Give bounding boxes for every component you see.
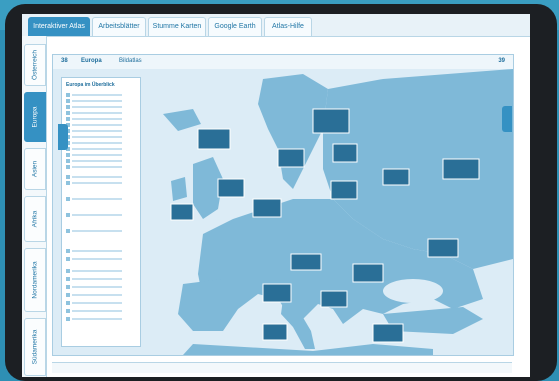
legend-row: [66, 196, 136, 201]
page-back-tab[interactable]: [58, 124, 68, 150]
legend-row: [66, 308, 136, 313]
legend-title: Europa im Überblick: [66, 82, 115, 88]
legend-row: [66, 146, 136, 151]
tab-interaktiver-atlas[interactable]: Interaktiver Atlas: [28, 17, 90, 36]
legend-row: [66, 284, 136, 289]
legend-row: [66, 316, 136, 321]
legend-row: [66, 268, 136, 273]
legend-row: [66, 300, 136, 305]
page-forward-tab[interactable]: [502, 106, 512, 132]
side-tab-label: Asien: [31, 160, 39, 178]
legend-row: [66, 180, 136, 185]
side-tab-label: Österreich: [31, 50, 39, 80]
page-number-right: 39: [498, 58, 505, 64]
tab-atlas-hilfe[interactable]: Atlas-Hilfe: [264, 17, 312, 36]
tab-stumme-karten[interactable]: Stumme Karten: [148, 17, 206, 36]
legend-row: [66, 134, 136, 139]
legend-row: [66, 122, 136, 127]
legend-row: [66, 116, 136, 121]
side-tab-europa[interactable]: Europa: [24, 92, 46, 142]
side-tab-oesterreich[interactable]: Österreich: [24, 44, 46, 86]
tab-google-earth[interactable]: Google Earth: [208, 17, 262, 36]
side-tab-afrika[interactable]: Afrika: [24, 196, 46, 242]
legend-row: [66, 174, 136, 179]
legend-row: [66, 276, 136, 281]
legend-row: [66, 140, 136, 145]
legend-row: [66, 228, 136, 233]
side-tab-label: Europa: [31, 106, 39, 128]
legend-row: [66, 292, 136, 297]
legend-row: [66, 158, 136, 163]
tab-arbeitsblaetter[interactable]: Arbeitsblätter: [92, 17, 146, 36]
legend-row: [66, 212, 136, 217]
legend-row: [66, 256, 136, 261]
side-tab-nordamerika[interactable]: Nordamerika: [24, 248, 46, 312]
side-tab-asien[interactable]: Asien: [24, 148, 46, 190]
legend-row: [66, 152, 136, 157]
side-tab-label: Südamerika: [31, 329, 39, 365]
side-tab-label: Afrika: [31, 210, 39, 228]
map-legend: Europa im Überblick: [61, 77, 141, 347]
side-tab-label: Nordamerika: [31, 261, 39, 299]
page-number-left: 38: [61, 58, 68, 64]
legend-row: [66, 92, 136, 97]
bottom-toolbar: [52, 362, 512, 373]
legend-row: [66, 164, 136, 169]
legend-row: [66, 110, 136, 115]
atlas-page: 38 Europa Bildatlas 39 Europa im Überbli…: [52, 54, 514, 356]
page-header: 38 Europa Bildatlas 39: [53, 55, 513, 70]
top-navigation: Interaktiver Atlas Arbeitsblätter Stumme…: [22, 14, 530, 37]
page-subtitle: Bildatlas: [119, 58, 142, 64]
side-tab-suedamerika[interactable]: Südamerika: [24, 318, 46, 376]
page-title: Europa: [81, 58, 102, 64]
legend-row: [66, 98, 136, 103]
legend-row: [66, 248, 136, 253]
legend-row: [66, 104, 136, 109]
side-navigation: Österreich Europa Asien Afrika Nordameri…: [22, 36, 47, 377]
legend-row: [66, 128, 136, 133]
